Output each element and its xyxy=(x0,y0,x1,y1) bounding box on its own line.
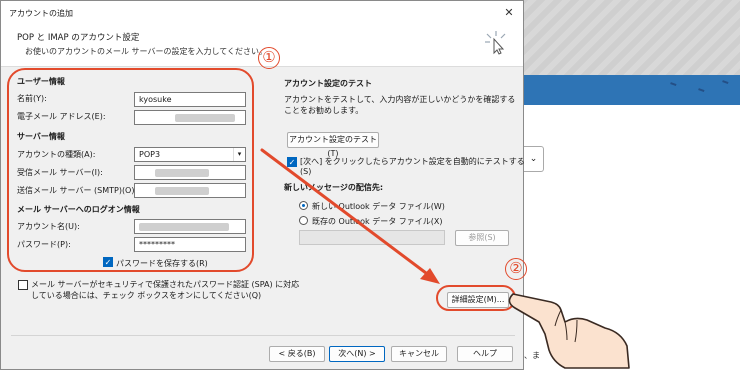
pointing-hand-icon xyxy=(508,293,630,369)
